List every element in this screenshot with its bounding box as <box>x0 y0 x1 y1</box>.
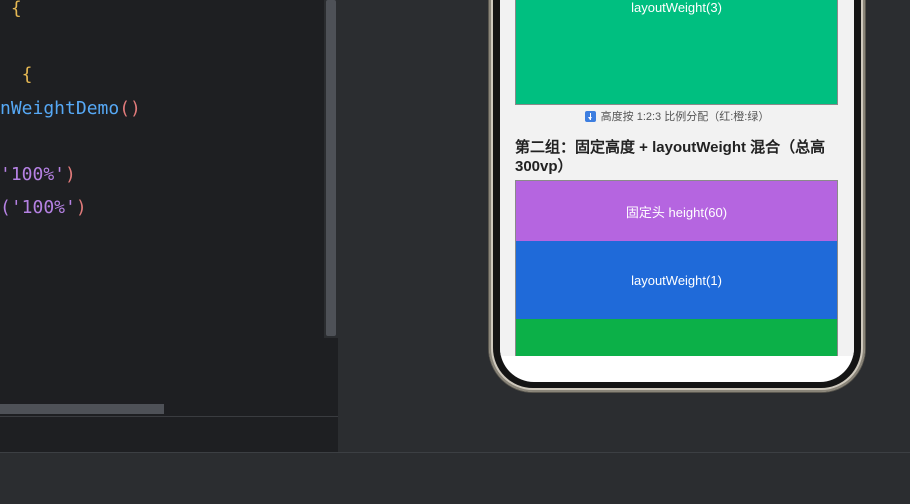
code-line-3: nWeightDemo() <box>0 97 141 121</box>
editor-divider <box>0 416 338 417</box>
layout-weight-3-label: layoutWeight(3) <box>631 0 722 15</box>
code-token: nWeightDemo <box>0 98 120 119</box>
code-line-4: '100%') <box>0 163 76 187</box>
code-line-1: { <box>0 0 22 21</box>
code-token: { <box>0 64 33 85</box>
code-token: { <box>0 0 22 19</box>
fixed-header-block: 固定头 height(60) <box>515 180 838 241</box>
ratio-caption: 高度按 1:2:3 比例分配（红:橙:绿） <box>500 108 854 124</box>
code-token: ('100%' <box>0 197 76 218</box>
code-token: ) <box>65 164 76 185</box>
status-bar <box>0 452 910 504</box>
fixed-header-label: 固定头 height(60) <box>625 204 728 220</box>
layout-weight-2-block <box>515 319 838 356</box>
code-line-5: ('100%') <box>0 196 87 220</box>
vertical-scrollbar-thumb[interactable] <box>326 0 336 336</box>
horizontal-scrollbar-thumb[interactable] <box>0 404 164 414</box>
code-token: '100%' <box>0 164 66 185</box>
app-content[interactable]: layoutWeight(3) 高度按 1:2:3 比例分配（红:橙:绿） 第二… <box>500 0 854 356</box>
layout-weight-1-label: layoutWeight(1) <box>631 272 722 288</box>
ide-window: { { nWeightDemo() '100%') ('100%') layou… <box>0 0 910 504</box>
device-screen[interactable]: layoutWeight(3) 高度按 1:2:3 比例分配（红:橙:绿） 第二… <box>500 0 854 382</box>
ratio-caption-text: 高度按 1:2:3 比例分配（红:橙:绿） <box>600 111 770 123</box>
code-editor[interactable]: { { nWeightDemo() '100%') ('100%') <box>0 0 338 452</box>
layout-weight-3-block: layoutWeight(3) <box>515 0 838 105</box>
down-arrow-icon <box>584 110 596 122</box>
code-line-2: { <box>0 63 33 87</box>
layout-weight-1-block: layoutWeight(1) <box>515 241 838 319</box>
code-token: ) <box>75 197 87 218</box>
code-token: () <box>119 98 141 119</box>
group2-title: 第二组：固定高度 + layoutWeight 混合（总高 300vp） <box>515 139 826 175</box>
